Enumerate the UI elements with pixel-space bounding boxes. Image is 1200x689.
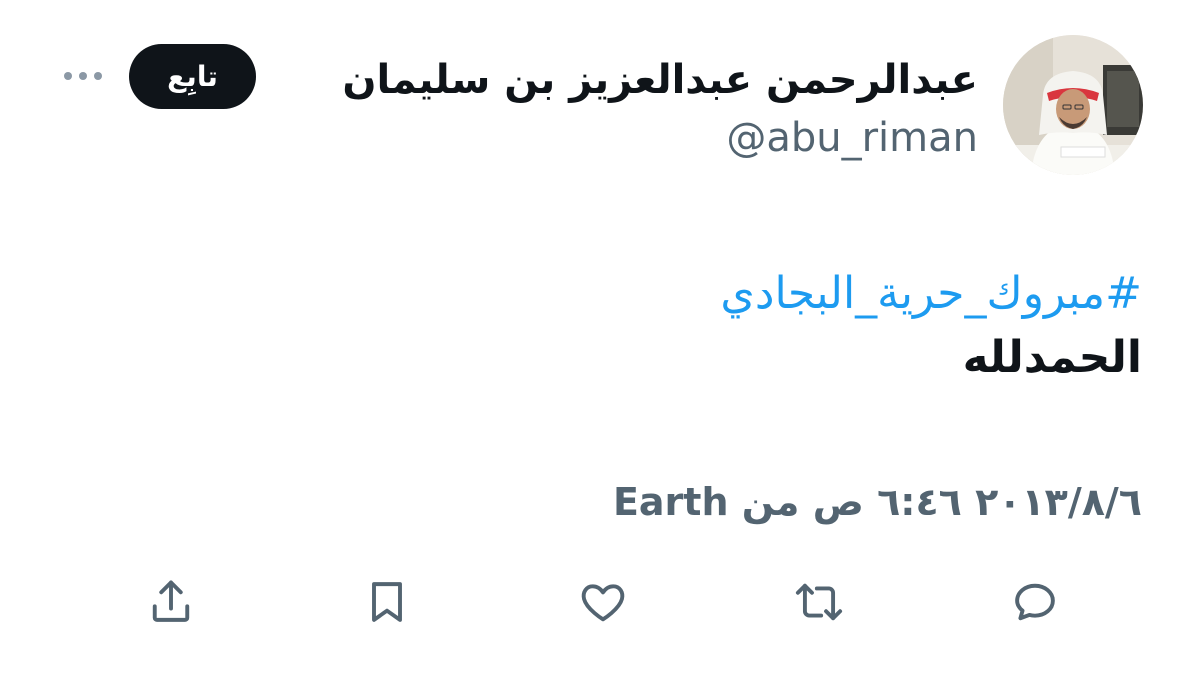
follow-button-label: تابِع <box>167 60 218 93</box>
more-options-button[interactable] <box>58 58 108 94</box>
avatar-image <box>1003 35 1143 175</box>
retweet-icon <box>795 583 843 621</box>
share-button[interactable] <box>143 574 199 630</box>
display-name[interactable]: عبدالرحمن عبدالعزيز بن سليمان <box>342 52 978 108</box>
retweet-button[interactable] <box>791 574 847 630</box>
reply-button[interactable] <box>1007 574 1063 630</box>
avatar[interactable] <box>1003 35 1143 175</box>
source-prefix: من <box>741 480 800 524</box>
share-icon <box>152 580 190 622</box>
tweet-source[interactable]: Earth <box>613 480 729 524</box>
user-handle[interactable]: @abu_riman <box>726 110 978 166</box>
follow-button[interactable]: تابِع <box>129 44 256 109</box>
heart-icon <box>581 584 625 622</box>
like-button[interactable] <box>575 574 631 630</box>
tweet-body-line: الحمدلله <box>962 332 1142 383</box>
hashtag-link[interactable]: #مبروك_حرية_البجادي <box>720 262 1142 326</box>
bookmark-icon <box>372 582 402 622</box>
tweet-date[interactable]: ٢٠١٣/٨/٦ <box>975 480 1142 524</box>
tweet-meta: ٢٠١٣/٨/٦ ٦:٤٦ ص من Earth <box>613 474 1142 530</box>
bookmark-button[interactable] <box>359 574 415 630</box>
tweet-time[interactable]: ٦:٤٦ ص <box>813 480 962 524</box>
reply-icon <box>1015 583 1055 621</box>
tweet-text: #مبروك_حرية_البجادي الحمدلله <box>720 262 1142 390</box>
more-dots-icon <box>64 72 102 80</box>
